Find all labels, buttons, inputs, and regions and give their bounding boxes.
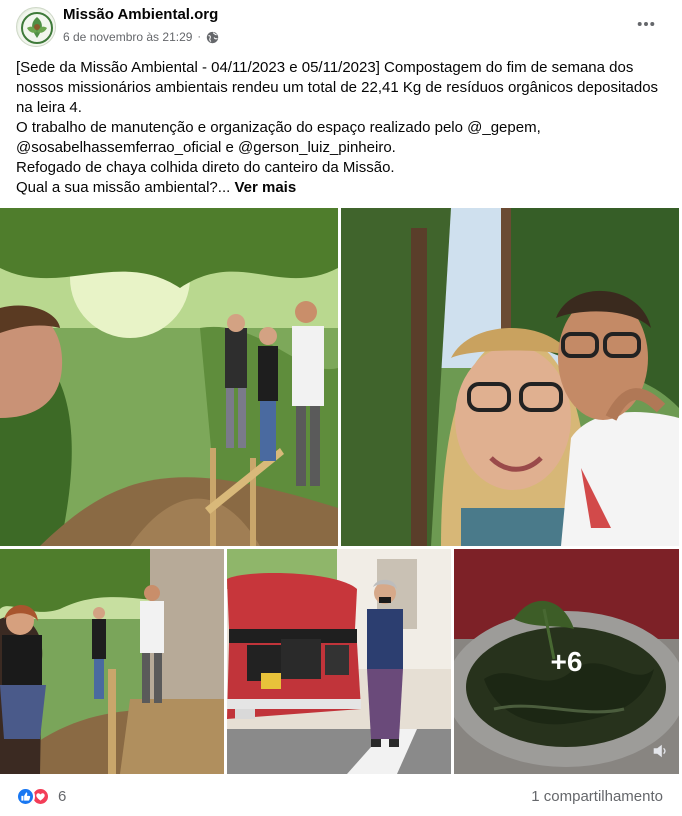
- reactions-summary[interactable]: 6: [16, 787, 66, 806]
- shares-count[interactable]: 1 compartilhamento: [531, 788, 663, 805]
- photo-grid: +6: [0, 208, 682, 774]
- meta-separator: ·: [197, 31, 202, 43]
- post-header: Missão Ambiental.org 6 de novembro às 21…: [0, 0, 682, 56]
- sound-icon: [651, 742, 669, 760]
- globe-icon: [206, 31, 219, 44]
- see-more-link[interactable]: Ver mais: [234, 179, 296, 196]
- photo-compost-trail[interactable]: [0, 549, 224, 774]
- photo-selfie[interactable]: [341, 208, 679, 546]
- post-text: [Sede da Missão Ambiental - 04/11/2023 e…: [16, 58, 666, 198]
- post-text-last: Qual a sua missão ambiental?...: [16, 179, 231, 196]
- post-timestamp[interactable]: 6 de novembro às 21:29: [63, 30, 192, 44]
- photo-car-trunk[interactable]: [227, 549, 451, 774]
- more-options-icon: [637, 22, 655, 26]
- more-options-button[interactable]: [632, 12, 660, 36]
- more-photos-overlay[interactable]: +6: [454, 549, 679, 774]
- like-icon: [16, 787, 35, 806]
- post-footer: 6 1 compartilhamento: [0, 776, 682, 816]
- post-text-line: Qual a sua missão ambiental?... Ver mais: [16, 178, 666, 198]
- post-text-line: [Sede da Missão Ambiental - 04/11/2023 e…: [16, 59, 659, 116]
- post-text-line: Refogado de chaya colhida direto do cant…: [16, 159, 395, 176]
- post-text-line: O trabalho de manutenção e organização d…: [16, 119, 541, 156]
- photo-group-trail[interactable]: [0, 208, 338, 546]
- page-avatar[interactable]: [16, 7, 56, 47]
- reaction-count: 6: [58, 788, 67, 805]
- post-meta: 6 de novembro às 21:29 ·: [63, 30, 219, 44]
- page-name-link[interactable]: Missão Ambiental.org: [63, 6, 218, 23]
- photo-chaya-dish[interactable]: +6: [454, 549, 679, 774]
